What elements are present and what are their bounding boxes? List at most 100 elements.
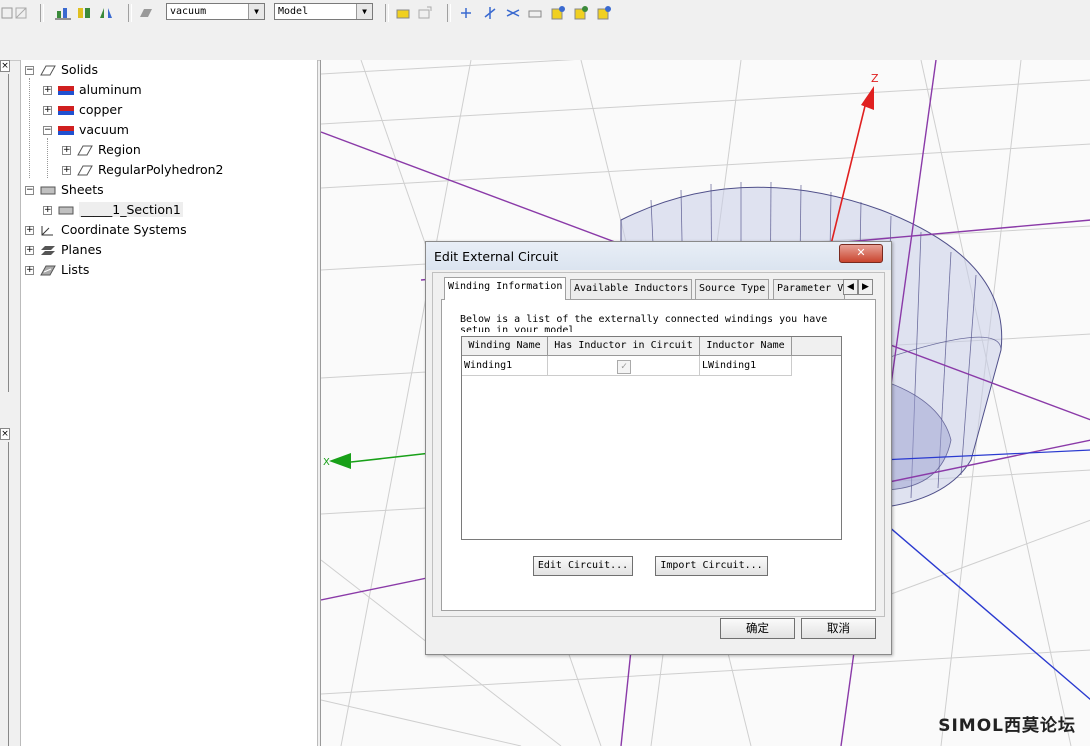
collapse-icon[interactable]: − [43,126,52,135]
watermark-logo: SIMOL西莫论坛 [938,716,1076,736]
tree-item-label: RegularPolyhedron2 [98,162,224,177]
collapse-icon[interactable]: − [25,186,34,195]
tree-item-lists[interactable]: + Lists [25,261,89,279]
z-axis-label: Z [871,72,879,85]
coordinate-system-icon [41,226,53,236]
lists-icon [40,265,56,276]
mirror-icon[interactable] [76,5,92,21]
collapse-icon[interactable]: − [25,66,34,75]
move-icon[interactable] [573,5,589,21]
view-combo-value: Model [278,6,309,17]
x-axis-arrow [329,453,351,469]
deselect-icon[interactable] [14,5,30,21]
winding-name-cell[interactable]: Winding1 [462,356,548,376]
tree-item-copper[interactable]: + copper [43,101,122,119]
workplane-icon[interactable] [527,5,543,21]
axis-xy-icon[interactable] [458,5,474,21]
tree-item-solids[interactable]: − Solids [25,61,98,79]
sheet-icon [40,186,56,195]
toolbar-separator [447,4,451,22]
dock-divider [2,74,9,392]
tab-available-inductors[interactable]: Available Inductors [570,279,693,299]
scroll-left-icon[interactable]: ◀ [843,279,858,295]
material-solid-icon [58,86,74,95]
material-solid-icon [58,106,74,115]
axis-yz-icon[interactable] [482,5,498,21]
import-circuit-button[interactable]: Import Circuit... [655,556,768,576]
tree-item-label: aluminum [79,82,142,97]
tree-item-aluminum[interactable]: + aluminum [43,81,142,99]
tree-item-sheets[interactable]: − Sheets [25,181,104,199]
expand-icon[interactable]: + [62,146,71,155]
tree-item-regularpolyhedron2[interactable]: + RegularPolyhedron2 [62,161,224,179]
expand-icon[interactable]: + [25,266,34,275]
tree-item-label: Lists [61,262,90,277]
rotate-icon[interactable] [550,5,566,21]
column-header-has-inductor[interactable]: Has Inductor in Circuit [548,337,700,356]
toolbar: vacuum ▼ Model ▼ [0,0,1090,61]
close-icon[interactable]: ✕ [839,244,883,263]
column-header-inductor-name[interactable]: Inductor Name [700,337,792,356]
edit-circuit-button[interactable]: Edit Circuit... [533,556,633,576]
has-inductor-cell[interactable]: ✓ [548,356,700,376]
expand-icon[interactable]: + [43,206,52,215]
solid-icon [77,165,93,176]
axis-xz-icon[interactable] [505,5,521,21]
dialog-title: Edit External Circuit [434,249,559,264]
tab-scroll-buttons: ◀ ▶ [843,279,873,296]
tree-item-region[interactable]: + Region [62,141,141,159]
expand-icon[interactable]: + [25,226,34,235]
dialog-titlebar[interactable]: Edit External Circuit ✕ [426,242,891,270]
expand-icon[interactable]: + [43,106,52,115]
material-combo-value: vacuum [170,6,207,17]
chevron-down-icon[interactable]: ▼ [356,4,372,19]
tree-item-label: vacuum [79,122,129,137]
tree-line [29,78,31,178]
sheet-icon [58,206,74,215]
tree-item-coordinate-systems[interactable]: + Coordinate Systems [25,221,187,239]
toolbar-separator [385,4,389,22]
view-combo[interactable]: Model ▼ [274,3,373,20]
tree-item-vacuum[interactable]: − vacuum [43,121,129,139]
expand-icon[interactable]: + [25,246,34,255]
tab-parameter-values[interactable]: Parameter V [773,279,845,299]
z-axis-arrow [861,86,874,110]
windings-table[interactable]: Winding Name Has Inductor in Circuit Ind… [461,336,842,540]
tree-item-label: Coordinate Systems [61,222,187,237]
column-header-winding-name[interactable]: Winding Name [462,337,548,356]
tab-panel: Below is a list of the externally connec… [441,299,876,611]
coordinate-icon[interactable] [417,5,433,21]
collapse-icon[interactable]: × [0,60,10,72]
toolbar-separator [40,4,44,22]
edit-external-circuit-dialog: Edit External Circuit ✕ Winding Informat… [425,241,892,655]
expand-icon[interactable]: + [62,166,71,175]
inductor-name-cell[interactable]: LWinding1 [700,356,792,376]
model-tree: − Solids + aluminum + copper − vacuum + Regio… [20,60,318,746]
tab-winding-information[interactable]: Winding Information [444,277,567,300]
expand-icon[interactable]: + [43,86,52,95]
dock-divider [2,442,9,746]
material-combo[interactable]: vacuum ▼ [166,3,265,20]
cancel-button[interactable]: 取消 [801,618,876,639]
chevron-down-icon[interactable]: ▼ [248,4,264,19]
tree-item-label: Region [98,142,141,157]
flip-icon[interactable] [98,5,114,21]
scroll-right-icon[interactable]: ▶ [858,279,873,295]
blue-line [880,519,1090,701]
measure-icon[interactable] [395,5,411,21]
ok-button[interactable]: 确定 [720,618,795,639]
collapse-icon[interactable]: × [0,428,10,440]
tree-item-label: _____1_Section1 [79,202,183,217]
align-icon[interactable] [55,5,71,21]
tree-item-planes[interactable]: + Planes [25,241,102,259]
material-icon[interactable] [138,5,154,21]
tree-item-section1[interactable]: + _____1_Section1 [43,201,183,219]
x-axis-label: X [323,457,330,468]
purple-line [620,649,632,746]
scale-icon[interactable] [596,5,612,21]
has-inductor-checkbox[interactable]: ✓ [617,360,631,374]
tab-source-type[interactable]: Source Type [695,279,770,299]
planes-icon [41,246,55,255]
solid-icon [77,145,93,156]
tree-item-label: Planes [61,242,102,257]
